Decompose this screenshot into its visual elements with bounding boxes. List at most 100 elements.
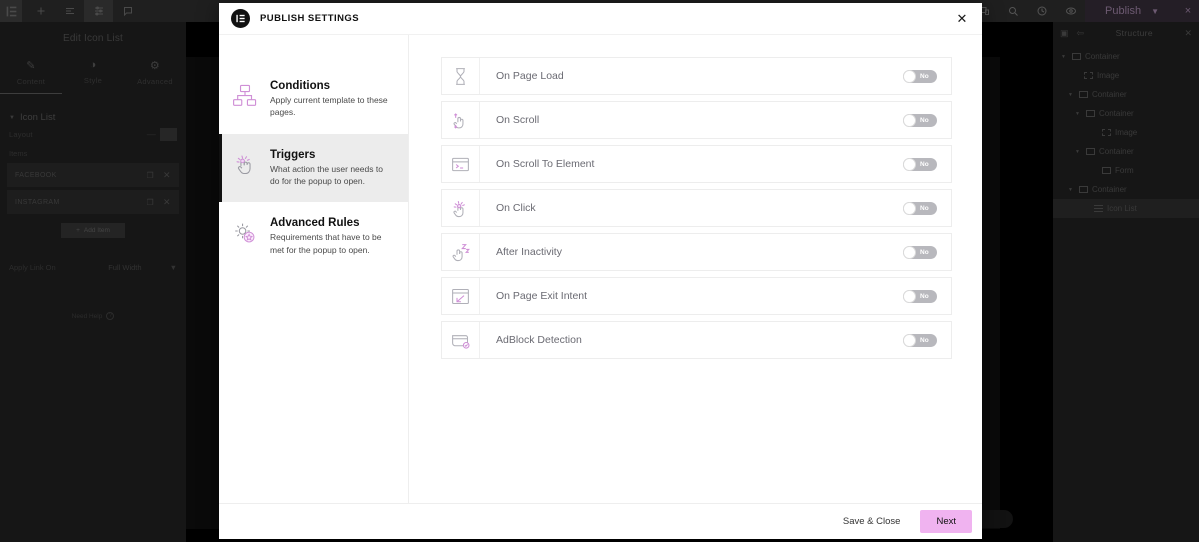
tree-item-label: Form: [1115, 166, 1134, 175]
chevron-down-icon[interactable]: ▼: [1068, 187, 1075, 193]
hourglass-icon: [442, 58, 480, 94]
trigger-row-adblock-detection[interactable]: AdBlock Detection No: [441, 321, 952, 359]
plus-icon[interactable]: [26, 0, 55, 22]
publish-settings-modal: PUBLISH SETTINGS ✕ Conditions Apply curr…: [219, 3, 982, 539]
container-icon: [1086, 148, 1095, 155]
toggle-on-page-load[interactable]: No: [903, 69, 937, 83]
modal-nav: Conditions Apply current template to the…: [219, 35, 409, 503]
section-icon-list[interactable]: ▼ Icon List: [0, 112, 186, 123]
list-item[interactable]: INSTAGRAM ❐ ✕: [7, 190, 179, 214]
tab-advanced-label: Advanced: [137, 77, 173, 86]
chevron-down-icon[interactable]: ▼: [1151, 7, 1159, 16]
chevron-down-icon[interactable]: ▼: [1061, 54, 1068, 60]
navigator-header: ▣ ⇦ Structure ✕: [1053, 22, 1199, 44]
add-item-label: Add Item: [83, 227, 110, 234]
chevron-down-icon: ▼: [9, 114, 15, 121]
layout-options[interactable]: —: [147, 127, 177, 141]
trigger-row-after-inactivity[interactable]: After Inactivity No: [441, 233, 952, 271]
close-icon[interactable]: ✕: [952, 9, 972, 29]
nav-card-desc: What action the user needs to do for the…: [270, 163, 383, 186]
tree-item-container[interactable]: ▼ Container: [1053, 180, 1199, 199]
toggle-knob: [903, 69, 916, 83]
duplicate-icon[interactable]: ❐: [146, 171, 154, 180]
layers-icon[interactable]: [55, 0, 84, 22]
tree-item-container[interactable]: ▼ Container: [1053, 47, 1199, 66]
image-icon: [1102, 129, 1111, 136]
history-icon[interactable]: [1027, 0, 1056, 22]
search-icon[interactable]: [998, 0, 1027, 22]
publish-button[interactable]: Publish ▼: [1085, 0, 1177, 22]
tab-content[interactable]: ✎ Content: [0, 53, 62, 94]
tree-item-container[interactable]: ▼ Container: [1053, 85, 1199, 104]
trigger-row-on-page-load[interactable]: On Page Load No: [441, 57, 952, 95]
layout-stacked-icon[interactable]: [160, 127, 177, 141]
chevron-down-icon[interactable]: ▼: [1075, 111, 1082, 117]
close-icon[interactable]: ✕: [163, 197, 171, 208]
comment-icon[interactable]: [113, 0, 142, 22]
close-editor-button[interactable]: ×: [1177, 0, 1199, 22]
layout-inline-icon[interactable]: —: [147, 129, 156, 139]
list-item[interactable]: FACEBOOK ❐ ✕: [7, 163, 179, 187]
preview-eye-icon[interactable]: [1056, 0, 1085, 22]
tree-item-image[interactable]: Image: [1053, 123, 1199, 142]
chevron-down-icon[interactable]: ▼: [1075, 149, 1082, 155]
tree-item-image[interactable]: Image: [1053, 66, 1199, 85]
toggle-after-inactivity[interactable]: No: [903, 245, 937, 259]
triggers-list: On Page Load No On Scroll No On Scroll T…: [409, 35, 982, 503]
tree-item-container[interactable]: ▼ Container: [1053, 104, 1199, 123]
nav-card-conditions[interactable]: Conditions Apply current template to the…: [219, 65, 408, 134]
need-help-link[interactable]: Need Help ?: [0, 312, 186, 320]
container-icon: [1079, 186, 1088, 193]
elementor-logo-icon[interactable]: [0, 0, 22, 22]
trigger-row-on-scroll[interactable]: On Scroll No: [441, 101, 952, 139]
modal-title: PUBLISH SETTINGS: [260, 13, 360, 24]
tree-item-label: Container: [1099, 147, 1134, 156]
tree-item-icon-list[interactable]: Icon List: [1053, 199, 1199, 218]
trigger-row-on-scroll-to-element[interactable]: On Scroll To Element No: [441, 145, 952, 183]
gear-star-icon: [231, 217, 259, 256]
save-and-close-button[interactable]: Save & Close: [837, 512, 907, 531]
toggle-on-scroll-to-element[interactable]: No: [903, 157, 937, 171]
tab-advanced[interactable]: ⚙ Advanced: [124, 53, 186, 94]
tree-item-form[interactable]: Form: [1053, 161, 1199, 180]
layout-control-row: Layout —: [0, 123, 186, 145]
toggle-on-scroll[interactable]: No: [903, 113, 937, 127]
apply-link-on-row: Apply Link On Full Width ▼: [0, 263, 186, 272]
nav-card-title: Advanced Rules: [270, 217, 360, 230]
container-icon: [1079, 91, 1088, 98]
gear-icon: ⚙: [149, 60, 161, 72]
click-hand-icon: [442, 190, 480, 226]
toggle-on-page-exit-intent[interactable]: No: [903, 289, 937, 303]
duplicate-icon[interactable]: ❐: [146, 198, 154, 207]
toggle-value: No: [920, 248, 929, 256]
trigger-label: On Scroll: [496, 114, 540, 126]
close-icon[interactable]: ✕: [163, 170, 171, 181]
toolbar-icon-group: [26, 0, 142, 22]
close-icon[interactable]: ✕: [1184, 28, 1192, 39]
image-icon: [1084, 72, 1093, 79]
trigger-row-on-page-exit-intent[interactable]: On Page Exit Intent No: [441, 277, 952, 315]
terminal-icon: [442, 146, 480, 182]
nav-card-desc: Apply current template to these pages.: [270, 95, 388, 118]
chevron-down-icon[interactable]: ▼: [1068, 92, 1075, 98]
tree-item-container[interactable]: ▼ Container: [1053, 142, 1199, 161]
toggle-on-click[interactable]: No: [903, 201, 937, 215]
sitemap-icon: [231, 80, 259, 119]
tab-style[interactable]: ◑ Style: [62, 53, 124, 94]
settings-sliders-icon[interactable]: [84, 0, 113, 22]
publish-label: Publish: [1105, 5, 1142, 17]
pin-icon[interactable]: ⇦: [1077, 28, 1085, 39]
nav-card-advanced-rules[interactable]: Advanced Rules Requirements that have to…: [219, 202, 408, 271]
add-item-button[interactable]: + Add Item: [61, 223, 125, 238]
trigger-row-on-click[interactable]: On Click No: [441, 189, 952, 227]
form-icon: [1102, 167, 1111, 174]
apply-link-on-select[interactable]: Full Width ▼: [108, 263, 177, 272]
section-icon-list-label: Icon List: [19, 112, 56, 123]
modal-footer: Save & Close Next: [219, 503, 982, 539]
toggle-adblock-detection[interactable]: No: [903, 333, 937, 347]
dock-icon[interactable]: ▣: [1060, 28, 1069, 39]
modal-body: Conditions Apply current template to the…: [219, 35, 982, 503]
tree-item-label: Image: [1097, 71, 1120, 80]
nav-card-triggers[interactable]: Triggers What action the user needs to d…: [219, 133, 408, 203]
next-button[interactable]: Next: [920, 510, 972, 533]
